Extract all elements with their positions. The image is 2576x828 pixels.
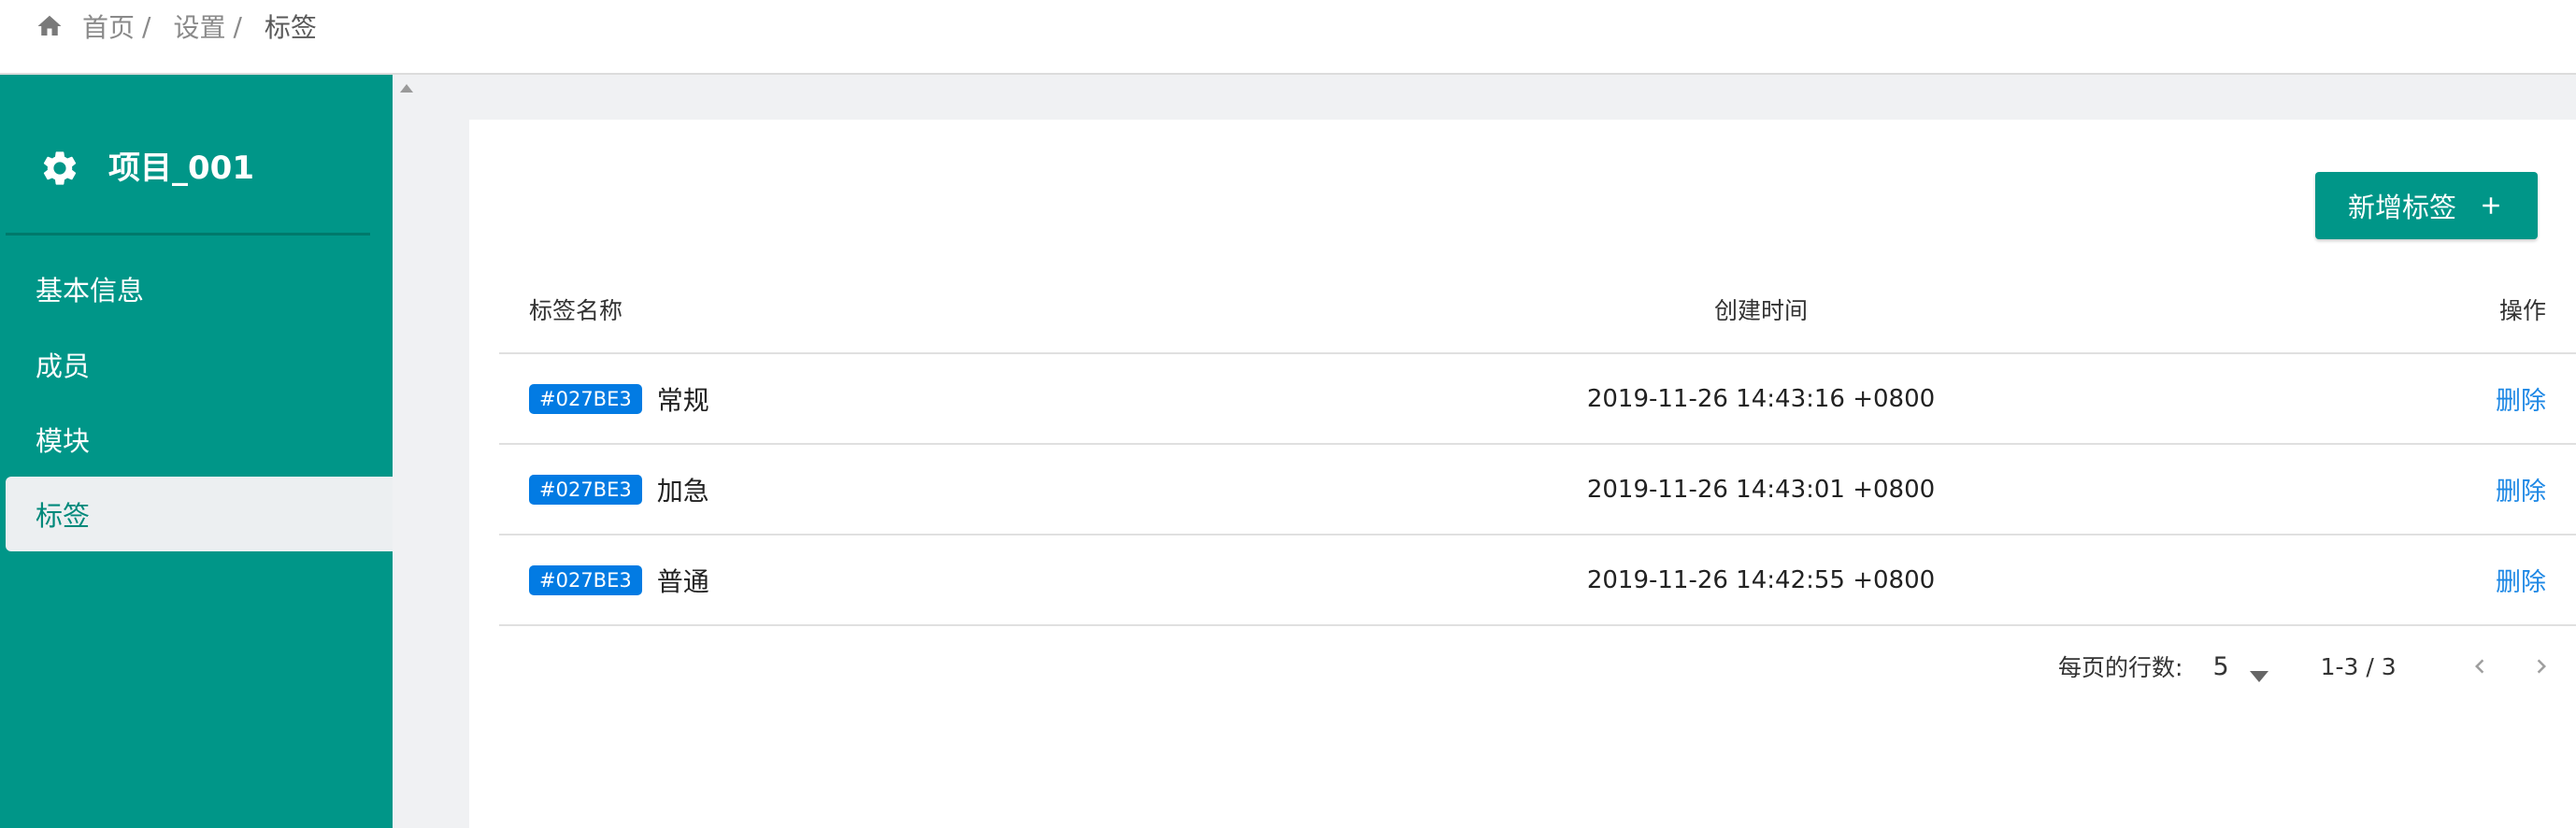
project-title: 项目_001 [108, 150, 254, 187]
created-time: 2019-11-26 14:43:16 +0800 [1586, 384, 1936, 413]
tag-color-chip: #027BE3 [529, 474, 642, 505]
delete-link[interactable]: 删除 [2496, 471, 2546, 507]
column-header-name[interactable]: 标签名称 [529, 265, 623, 352]
action-cell: 删除 [2496, 354, 2546, 443]
sidebar-item-tags[interactable]: 标签 [6, 477, 393, 551]
created-time-cell: 2019-11-26 14:43:16 +0800 [1527, 354, 1995, 443]
breadcrumb-separator: / [142, 10, 151, 42]
tag-name: 普通 [656, 565, 709, 597]
rows-per-page-select[interactable]: 5 [2212, 651, 2268, 682]
created-time-cell: 2019-11-26 14:43:01 +0800 [1527, 445, 1995, 534]
delete-link[interactable]: 删除 [2496, 562, 2546, 598]
breadcrumb-separator: / [233, 10, 242, 42]
tag-name: 常规 [656, 384, 709, 416]
home-icon[interactable] [36, 12, 64, 40]
tags-card: 新增标签 标签名称 创建时间 操作 #027BE3 常规 2019-11-26 … [469, 120, 2576, 828]
sidebar-item-label: 模块 [36, 425, 91, 457]
sidebar-item-label: 基本信息 [36, 275, 145, 307]
tag-name-cell: #027BE3 常规 [529, 354, 709, 443]
rows-per-page-label: 每页的行数: [2058, 654, 2183, 681]
next-page-icon[interactable] [2527, 652, 2555, 680]
add-tag-button[interactable]: 新增标签 [2315, 172, 2538, 239]
gear-icon [39, 148, 80, 189]
created-time: 2019-11-26 14:43:01 +0800 [1586, 475, 1936, 504]
tag-color-chip: #027BE3 [529, 564, 642, 595]
created-time: 2019-11-26 14:42:55 +0800 [1586, 565, 1936, 594]
project-header: 项目_001 [6, 75, 370, 236]
action-cell: 删除 [2496, 445, 2546, 534]
rows-per-page-value: 5 [2212, 651, 2229, 681]
sidebar-item-basic-info[interactable]: 基本信息 [6, 251, 393, 326]
created-time-cell: 2019-11-26 14:42:55 +0800 [1527, 535, 1995, 624]
table-row: #027BE3 普通 2019-11-26 14:42:55 +0800 删除 [499, 535, 2576, 626]
prev-page-icon[interactable] [2466, 652, 2494, 680]
top-bar: 首页 / 设置 / 标签 [0, 0, 2576, 75]
breadcrumb-item-settings[interactable]: 设置 [173, 7, 225, 45]
sidebar-item-modules[interactable]: 模块 [6, 402, 393, 477]
table-row: #027BE3 常规 2019-11-26 14:43:16 +0800 删除 [499, 354, 2576, 445]
tag-name-cell: #027BE3 加急 [529, 445, 709, 534]
caret-down-icon [2249, 661, 2268, 682]
table-header-row: 标签名称 创建时间 操作 [499, 265, 2576, 354]
breadcrumb-item-tags: 标签 [264, 12, 317, 43]
tag-name: 加急 [656, 475, 709, 507]
scroll-up-arrow-icon[interactable] [400, 84, 413, 93]
action-cell: 删除 [2496, 535, 2546, 624]
delete-link[interactable]: 删除 [2496, 380, 2546, 417]
tag-color-chip: #027BE3 [529, 383, 642, 414]
breadcrumb: 首页 / 设置 / 标签 [36, 7, 324, 45]
sidebar: 项目_001 基本信息 成员 模块 标签 [0, 75, 393, 828]
table-row: #027BE3 加急 2019-11-26 14:43:01 +0800 删除 [499, 445, 2576, 535]
sidebar-item-members[interactable]: 成员 [6, 327, 393, 402]
plus-icon [2477, 192, 2505, 220]
pagination: 每页的行数: 5 1-3 / 3 [2058, 638, 2572, 694]
column-header-created[interactable]: 创建时间 [1527, 265, 1995, 352]
column-header-action: 操作 [2498, 296, 2546, 324]
tag-name-cell: #027BE3 普通 [529, 535, 709, 624]
sidebar-item-label: 标签 [36, 500, 91, 532]
add-tag-button-label: 新增标签 [2347, 192, 2456, 223]
breadcrumb-item-home[interactable]: 首页 [82, 7, 135, 45]
sidebar-item-label: 成员 [36, 350, 91, 382]
page-range: 1-3 / 3 [2320, 652, 2397, 680]
tags-table: 标签名称 创建时间 操作 #027BE3 常规 2019-11-26 14:43… [499, 265, 2576, 626]
